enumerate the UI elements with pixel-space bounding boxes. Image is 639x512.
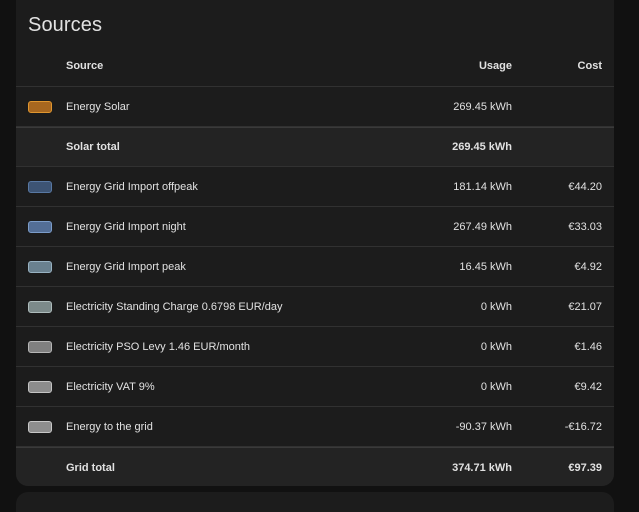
header-source[interactable]: Source	[66, 46, 103, 86]
row-source: Solar total	[66, 141, 120, 153]
row-usage: 16.45 kWh	[459, 260, 512, 273]
card-title: Sources	[28, 14, 103, 36]
row-cost: €21.07	[568, 300, 602, 313]
color-swatch-icon	[28, 420, 52, 433]
row-source: Grid total	[66, 461, 115, 474]
color-swatch-icon	[28, 220, 52, 233]
row-usage: 269.45 kWh	[453, 100, 512, 113]
next-card	[16, 492, 614, 512]
table-row: Energy Grid Import night 267.49 kWh €33.…	[16, 207, 614, 247]
row-source: Energy Grid Import night	[66, 220, 186, 233]
row-usage: 181.14 kWh	[453, 180, 512, 193]
color-swatch-icon	[28, 180, 52, 193]
row-usage: 374.71 kWh	[452, 461, 512, 474]
sources-table: Source Usage Cost Energy Solar 269.45 kW…	[16, 46, 614, 486]
color-swatch-icon	[28, 340, 52, 353]
row-source: Energy Grid Import peak	[66, 260, 186, 273]
row-source: Electricity PSO Levy 1.46 EUR/month	[66, 340, 251, 353]
sources-card: Sources Source Usage Cost Energy Solar 2…	[16, 0, 614, 486]
row-cost: €44.20	[568, 180, 602, 193]
table-row: Electricity PSO Levy 1.46 EUR/month 0 kW…	[16, 327, 614, 367]
color-swatch-icon	[28, 300, 52, 313]
solar-total-row: Solar total 269.45 kWh	[16, 127, 614, 167]
row-cost: €97.39	[568, 461, 602, 474]
table-row: Electricity VAT 9% 0 kWh €9.42	[16, 367, 614, 407]
color-swatch-icon	[28, 380, 52, 393]
row-source: Energy to the grid	[66, 420, 153, 433]
table-row: Electricity Standing Charge 0.6798 EUR/d…	[16, 287, 614, 327]
table-row: Energy Grid Import peak 16.45 kWh €4.92	[16, 247, 614, 287]
row-cost: €33.03	[568, 220, 602, 233]
row-source: Energy Solar	[66, 100, 130, 113]
row-usage: 269.45 kWh	[452, 141, 512, 153]
table-header: Source Usage Cost	[16, 46, 614, 87]
row-usage: 0 kWh	[480, 300, 512, 313]
table-row: Energy to the grid -90.37 kWh -€16.72	[16, 407, 614, 447]
row-usage: 0 kWh	[480, 340, 512, 353]
header-cost[interactable]: Cost	[578, 46, 602, 86]
header-usage[interactable]: Usage	[479, 46, 512, 86]
row-source: Electricity VAT 9%	[66, 380, 155, 393]
row-cost: €9.42	[574, 380, 602, 393]
row-cost: -€16.72	[564, 420, 602, 433]
table-row: Energy Grid Import offpeak 181.14 kWh €4…	[16, 167, 614, 207]
row-cost: €4.92	[574, 260, 602, 273]
row-source: Electricity Standing Charge 0.6798 EUR/d…	[66, 300, 283, 313]
row-cost: €1.46	[574, 340, 602, 353]
table-row: Energy Solar 269.45 kWh	[16, 87, 614, 127]
grid-total-row: Grid total 374.71 kWh €97.39	[16, 447, 614, 486]
color-swatch-icon	[28, 260, 52, 273]
row-usage: -90.37 kWh	[455, 420, 512, 433]
color-swatch-icon	[28, 100, 52, 113]
row-source: Energy Grid Import offpeak	[66, 180, 198, 193]
row-usage: 267.49 kWh	[453, 220, 512, 233]
row-usage: 0 kWh	[480, 380, 512, 393]
